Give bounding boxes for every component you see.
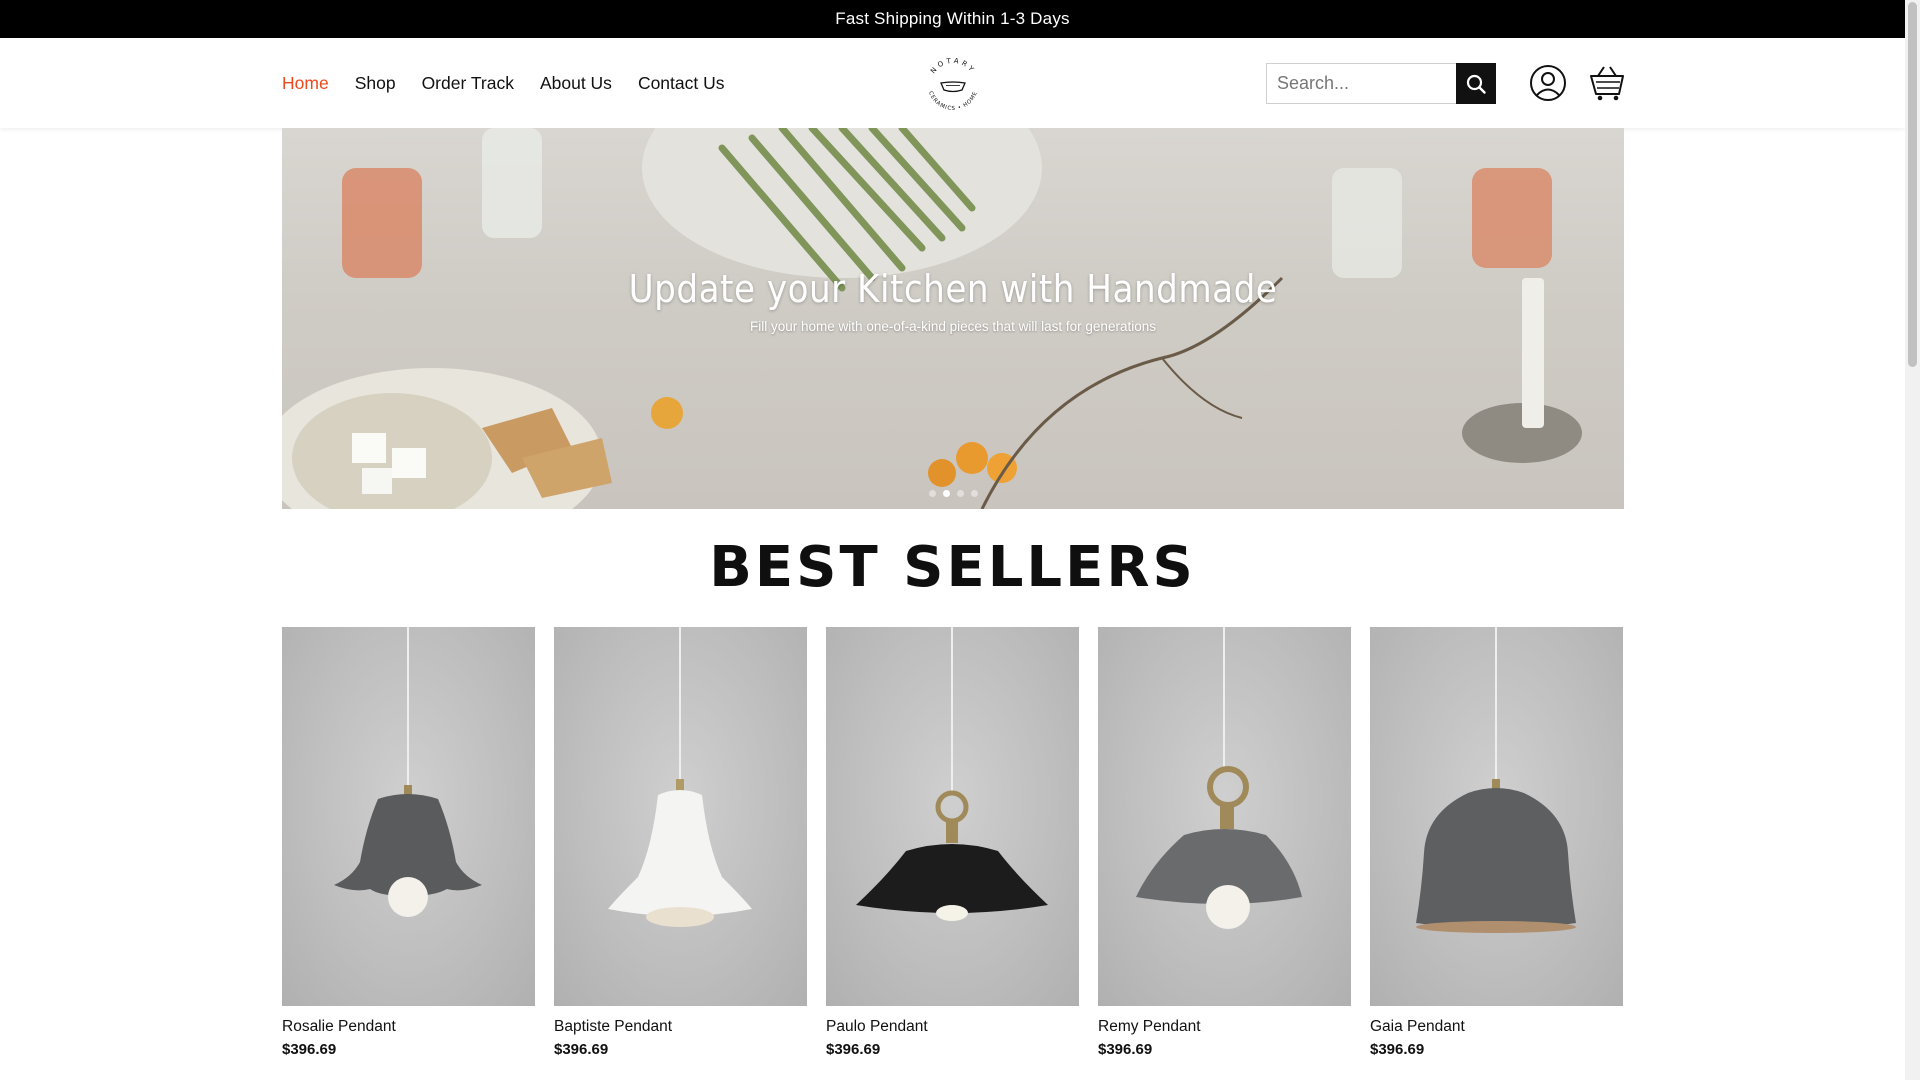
search-button[interactable]	[1456, 63, 1496, 104]
product-grid: Rosalie Pendant $396.69 Baptiste Pendant…	[282, 627, 1624, 1058]
nav-about-us[interactable]: About Us	[540, 73, 612, 94]
search-icon	[1466, 74, 1486, 94]
svg-text:NOTARY: NOTARY	[929, 57, 977, 75]
product-price: $396.69	[1098, 1041, 1153, 1058]
product-card[interactable]: Baptiste Pendant $396.69	[554, 627, 807, 1058]
cart-icon[interactable]	[1589, 64, 1625, 102]
announcement-bar: Fast Shipping Within 1-3 Days	[0, 0, 1905, 38]
product-name[interactable]: Gaia Pendant	[1370, 1018, 1623, 1036]
product-price: $396.69	[826, 1041, 881, 1058]
pendant-lamp-image	[334, 627, 482, 917]
product-price: $396.69	[1370, 1041, 1425, 1058]
pendant-lamp-image	[1136, 627, 1302, 929]
hero-title: Update your Kitchen with Handmade	[628, 267, 1278, 311]
pendant-lamp-image	[856, 627, 1048, 921]
product-name[interactable]: Rosalie Pendant	[282, 1018, 535, 1036]
product-image[interactable]	[282, 627, 535, 1006]
slider-dot-4[interactable]	[970, 490, 978, 497]
hero-subtitle: Fill your home with one-of-a-kind pieces…	[750, 319, 1156, 334]
announcement-text: Fast Shipping Within 1-3 Days	[835, 9, 1070, 28]
slider-dot-1[interactable]	[928, 490, 936, 497]
search-bar	[1266, 63, 1496, 104]
product-card[interactable]: Remy Pendant $396.69	[1098, 627, 1351, 1058]
pendant-lamp-image	[1416, 627, 1576, 933]
svg-text:CERAMICS • HOME: CERAMICS • HOME	[927, 91, 979, 112]
main-nav: Home Shop Order Track About Us Contact U…	[282, 38, 725, 128]
pendant-lamp-image	[608, 627, 752, 927]
hero-banner[interactable]: Update your Kitchen with Handmade Fill y…	[282, 128, 1624, 509]
hero-text: Update your Kitchen with Handmade Fill y…	[282, 128, 1624, 509]
product-image[interactable]	[1370, 627, 1623, 1006]
site-logo[interactable]: NOTARY CERAMICS • HOME	[922, 54, 984, 116]
product-card[interactable]: Rosalie Pendant $396.69	[282, 627, 535, 1058]
product-name[interactable]: Paulo Pendant	[826, 1018, 1079, 1036]
product-image[interactable]	[1098, 627, 1351, 1006]
slider-dot-3[interactable]	[956, 490, 964, 497]
user-icon[interactable]	[1529, 64, 1567, 102]
product-name[interactable]: Baptiste Pendant	[554, 1018, 807, 1036]
slider-dot-2[interactable]	[942, 490, 950, 497]
slider-dots	[282, 490, 1624, 497]
product-card[interactable]: Gaia Pendant $396.69	[1370, 627, 1623, 1058]
search-input[interactable]	[1266, 63, 1456, 104]
best-sellers-heading: BEST SELLERS	[709, 535, 1196, 600]
product-name[interactable]: Remy Pendant	[1098, 1018, 1351, 1036]
product-image[interactable]	[826, 627, 1079, 1006]
product-card[interactable]: Paulo Pendant $396.69	[826, 627, 1079, 1058]
product-price: $396.69	[282, 1041, 337, 1058]
nav-home[interactable]: Home	[282, 73, 329, 94]
product-image[interactable]	[554, 627, 807, 1006]
site-header: Home Shop Order Track About Us Contact U…	[0, 38, 1905, 128]
product-price: $396.69	[554, 1041, 609, 1058]
nav-order-track[interactable]: Order Track	[422, 73, 514, 94]
nav-shop[interactable]: Shop	[355, 73, 396, 94]
nav-contact-us[interactable]: Contact Us	[638, 73, 725, 94]
scrollbar-thumb[interactable]	[1908, 2, 1917, 367]
